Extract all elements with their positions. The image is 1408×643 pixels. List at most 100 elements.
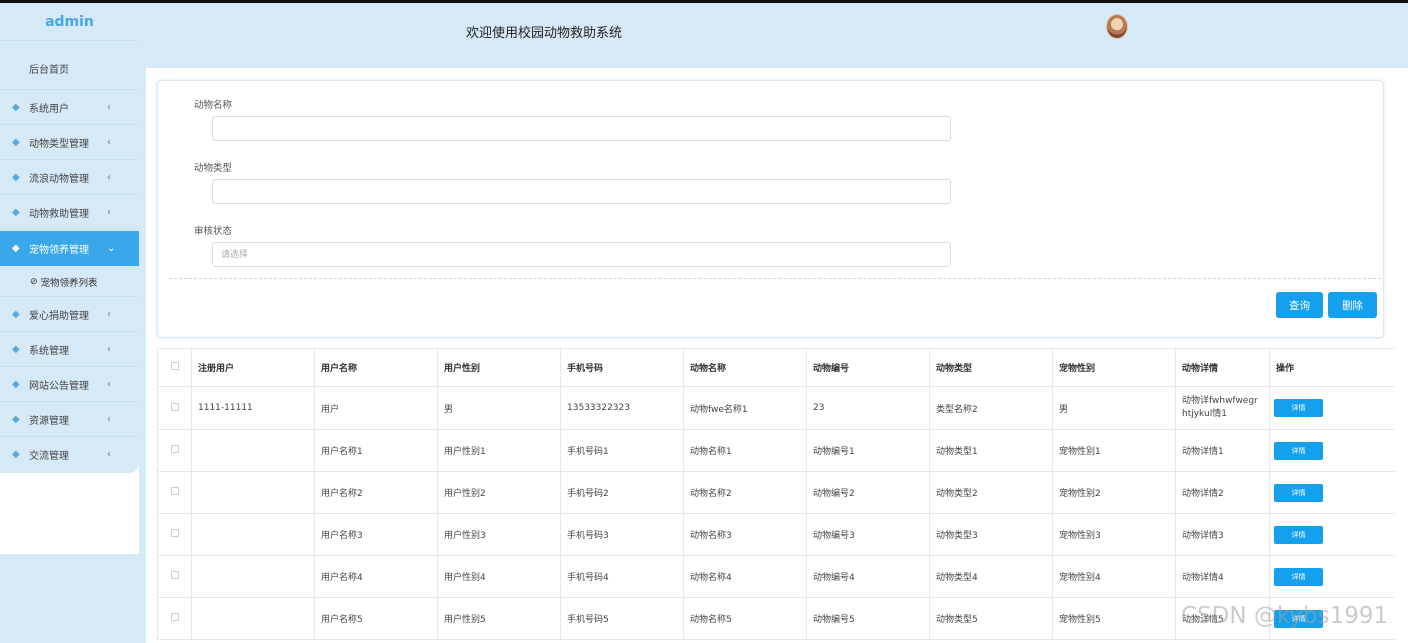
table-cell: 动物编号2	[806, 471, 930, 514]
select-all-checkbox[interactable]	[170, 362, 179, 370]
sidebar-item-system-users[interactable]: ◆ 系统用户 ‹	[0, 90, 139, 125]
chevron-left-icon: ‹	[107, 344, 111, 355]
submenu-item-label: 宠物领养列表	[40, 277, 98, 289]
row-checkbox-cell[interactable]	[157, 471, 192, 514]
table-cell: 23	[806, 386, 930, 430]
row-checkbox[interactable]	[170, 571, 179, 579]
animal-name-input[interactable]	[212, 116, 951, 141]
table-cell: 1111-11111	[191, 386, 315, 430]
diamond-icon: ◆	[12, 171, 20, 183]
detail-button[interactable]: 详情	[1274, 399, 1323, 417]
sidebar-item-label: 宠物领养管理	[29, 245, 89, 256]
table-cell: 动物名称2	[683, 471, 807, 514]
sidebar-item-animal-type[interactable]: ◆ 动物类型管理 ‹	[0, 125, 139, 160]
avatar[interactable]	[1106, 14, 1128, 39]
diamond-icon: ◆	[12, 343, 20, 355]
sidebar-item-announcement[interactable]: ◆ 网站公告管理 ‹	[0, 367, 139, 402]
table-cell: 用户	[314, 386, 438, 430]
review-status-label: 审核状态	[194, 226, 233, 237]
sidebar: admin 后台首页 ◆ 系统用户 ‹ ◆ 动物类型管理 ‹ ◆ 流浪动物管理 ‹ ◆ 动物救助管理…	[0, 3, 139, 554]
column-header: 手机号码	[560, 348, 684, 387]
row-checkbox[interactable]	[170, 487, 179, 495]
sidebar-item-label: 动物类型管理	[29, 139, 89, 150]
chevron-left-icon: ‹	[107, 102, 111, 113]
table-cell	[191, 597, 315, 640]
sidebar-item-communication[interactable]: ◆ 交流管理 ‹	[0, 437, 139, 472]
chevron-left-icon: ‹	[107, 414, 111, 425]
table-cell: 动物详情1	[1175, 429, 1270, 472]
table-cell	[191, 471, 315, 514]
diamond-icon: ◆	[12, 101, 20, 113]
delete-button[interactable]: 删除	[1328, 292, 1377, 318]
row-checkbox-cell[interactable]	[157, 429, 192, 472]
row-checkbox[interactable]	[170, 445, 179, 453]
animal-type-label: 动物类型	[194, 163, 233, 174]
table-cell: 用户性别1	[437, 429, 561, 472]
chevron-left-icon: ‹	[107, 379, 111, 390]
table-cell	[191, 429, 315, 472]
table-cell: 类型名称2	[929, 386, 1053, 430]
sidebar-item-donation[interactable]: ◆ 爱心捐助管理 ‹	[0, 297, 139, 332]
row-checkbox-cell[interactable]	[157, 555, 192, 598]
detail-button[interactable]: 详情	[1274, 567, 1323, 586]
animal-type-input[interactable]	[212, 179, 951, 204]
sidebar-item-resource[interactable]: ◆ 资源管理 ‹	[0, 402, 139, 437]
table-cell: 用户名称5	[314, 597, 438, 640]
table-cell: 动物详情4	[1175, 555, 1270, 598]
sidebar-item-label: 资源管理	[29, 416, 69, 427]
select-all-checkbox-cell[interactable]	[157, 348, 192, 387]
column-header: 动物详情	[1175, 348, 1270, 387]
chevron-down-icon: ⌄	[107, 243, 116, 254]
header: 欢迎使用校园动物救助系统	[139, 3, 1408, 66]
sidebar-item-stray-animal[interactable]: ◆ 流浪动物管理 ‹	[0, 160, 139, 195]
diamond-icon: ◆	[12, 413, 20, 425]
table-cell: 用户性别5	[437, 597, 561, 640]
table-cell: 用户性别3	[437, 513, 561, 556]
table-cell: 动物类型4	[929, 555, 1053, 598]
row-checkbox-cell[interactable]	[157, 386, 192, 430]
table-cell: 宠物性别1	[1052, 429, 1176, 472]
table-cell: 男	[1052, 386, 1176, 430]
diamond-icon: ◆	[12, 206, 20, 218]
data-table: 注册用户 用户名称 用户性别 手机号码 动物名称 动物编号 动物类型 宠物性别 …	[157, 348, 1395, 643]
table-cell: 手机号码3	[560, 513, 684, 556]
detail-button[interactable]: 详情	[1274, 483, 1323, 502]
row-checkbox-cell[interactable]	[157, 597, 192, 640]
table-cell: 动物名称3	[683, 513, 807, 556]
table-row: 用户名称4 用户性别4 手机号码4 动物名称4 动物编号4 动物类型4 宠物性别4 动物详情4…	[157, 555, 1395, 598]
sidebar-item-label: 系统管理	[29, 346, 69, 357]
column-header: 用户名称	[314, 348, 438, 387]
sidebar-item-label: 动物救助管理	[29, 209, 89, 220]
row-checkbox[interactable]	[170, 613, 179, 621]
query-button[interactable]: 查询	[1276, 292, 1323, 318]
sidebar-item-label: 系统用户	[29, 104, 69, 115]
table-cell: 用户性别2	[437, 471, 561, 514]
diamond-icon: ◆	[12, 136, 20, 148]
sidebar-item-animal-rescue[interactable]: ◆ 动物救助管理 ‹	[0, 195, 139, 230]
row-checkbox-cell[interactable]	[157, 513, 192, 556]
table-cell: 动物详情2	[1175, 471, 1270, 514]
sidebar-item-pet-adoption[interactable]: ◆ 宠物领养管理 ⌄	[0, 231, 139, 266]
table-cell: 动物名称1	[683, 429, 807, 472]
brand-logo: admin	[0, 3, 139, 41]
table-cell: 动物编号3	[806, 513, 930, 556]
detail-button[interactable]: 详情	[1274, 441, 1323, 460]
table-cell: 动物编号5	[806, 597, 930, 640]
chevron-left-icon: ‹	[107, 137, 111, 148]
column-header: 动物名称	[683, 348, 807, 387]
review-status-select[interactable]	[212, 242, 951, 267]
submenu-item-pet-adoption-list[interactable]: ⊘ 宠物领养列表	[0, 265, 139, 298]
sidebar-item-home[interactable]: 后台首页	[0, 51, 139, 86]
table-cell	[191, 555, 315, 598]
detail-button[interactable]: 详情	[1274, 525, 1323, 544]
table-cell: 动物类型3	[929, 513, 1053, 556]
row-checkbox[interactable]	[170, 529, 179, 537]
row-checkbox[interactable]	[170, 402, 179, 411]
sidebar-item-system[interactable]: ◆ 系统管理 ‹	[0, 332, 139, 367]
table-row: 1111-11111 用户男 13533322323 动物fwe名称1 23 类型名称2 男…	[157, 386, 1395, 430]
table-cell	[191, 513, 315, 556]
action-cell: 详情	[1269, 471, 1395, 514]
table-cell: 动物类型5	[929, 597, 1053, 640]
diamond-icon: ◆	[12, 308, 20, 320]
clock-icon: ⊘	[30, 276, 38, 287]
